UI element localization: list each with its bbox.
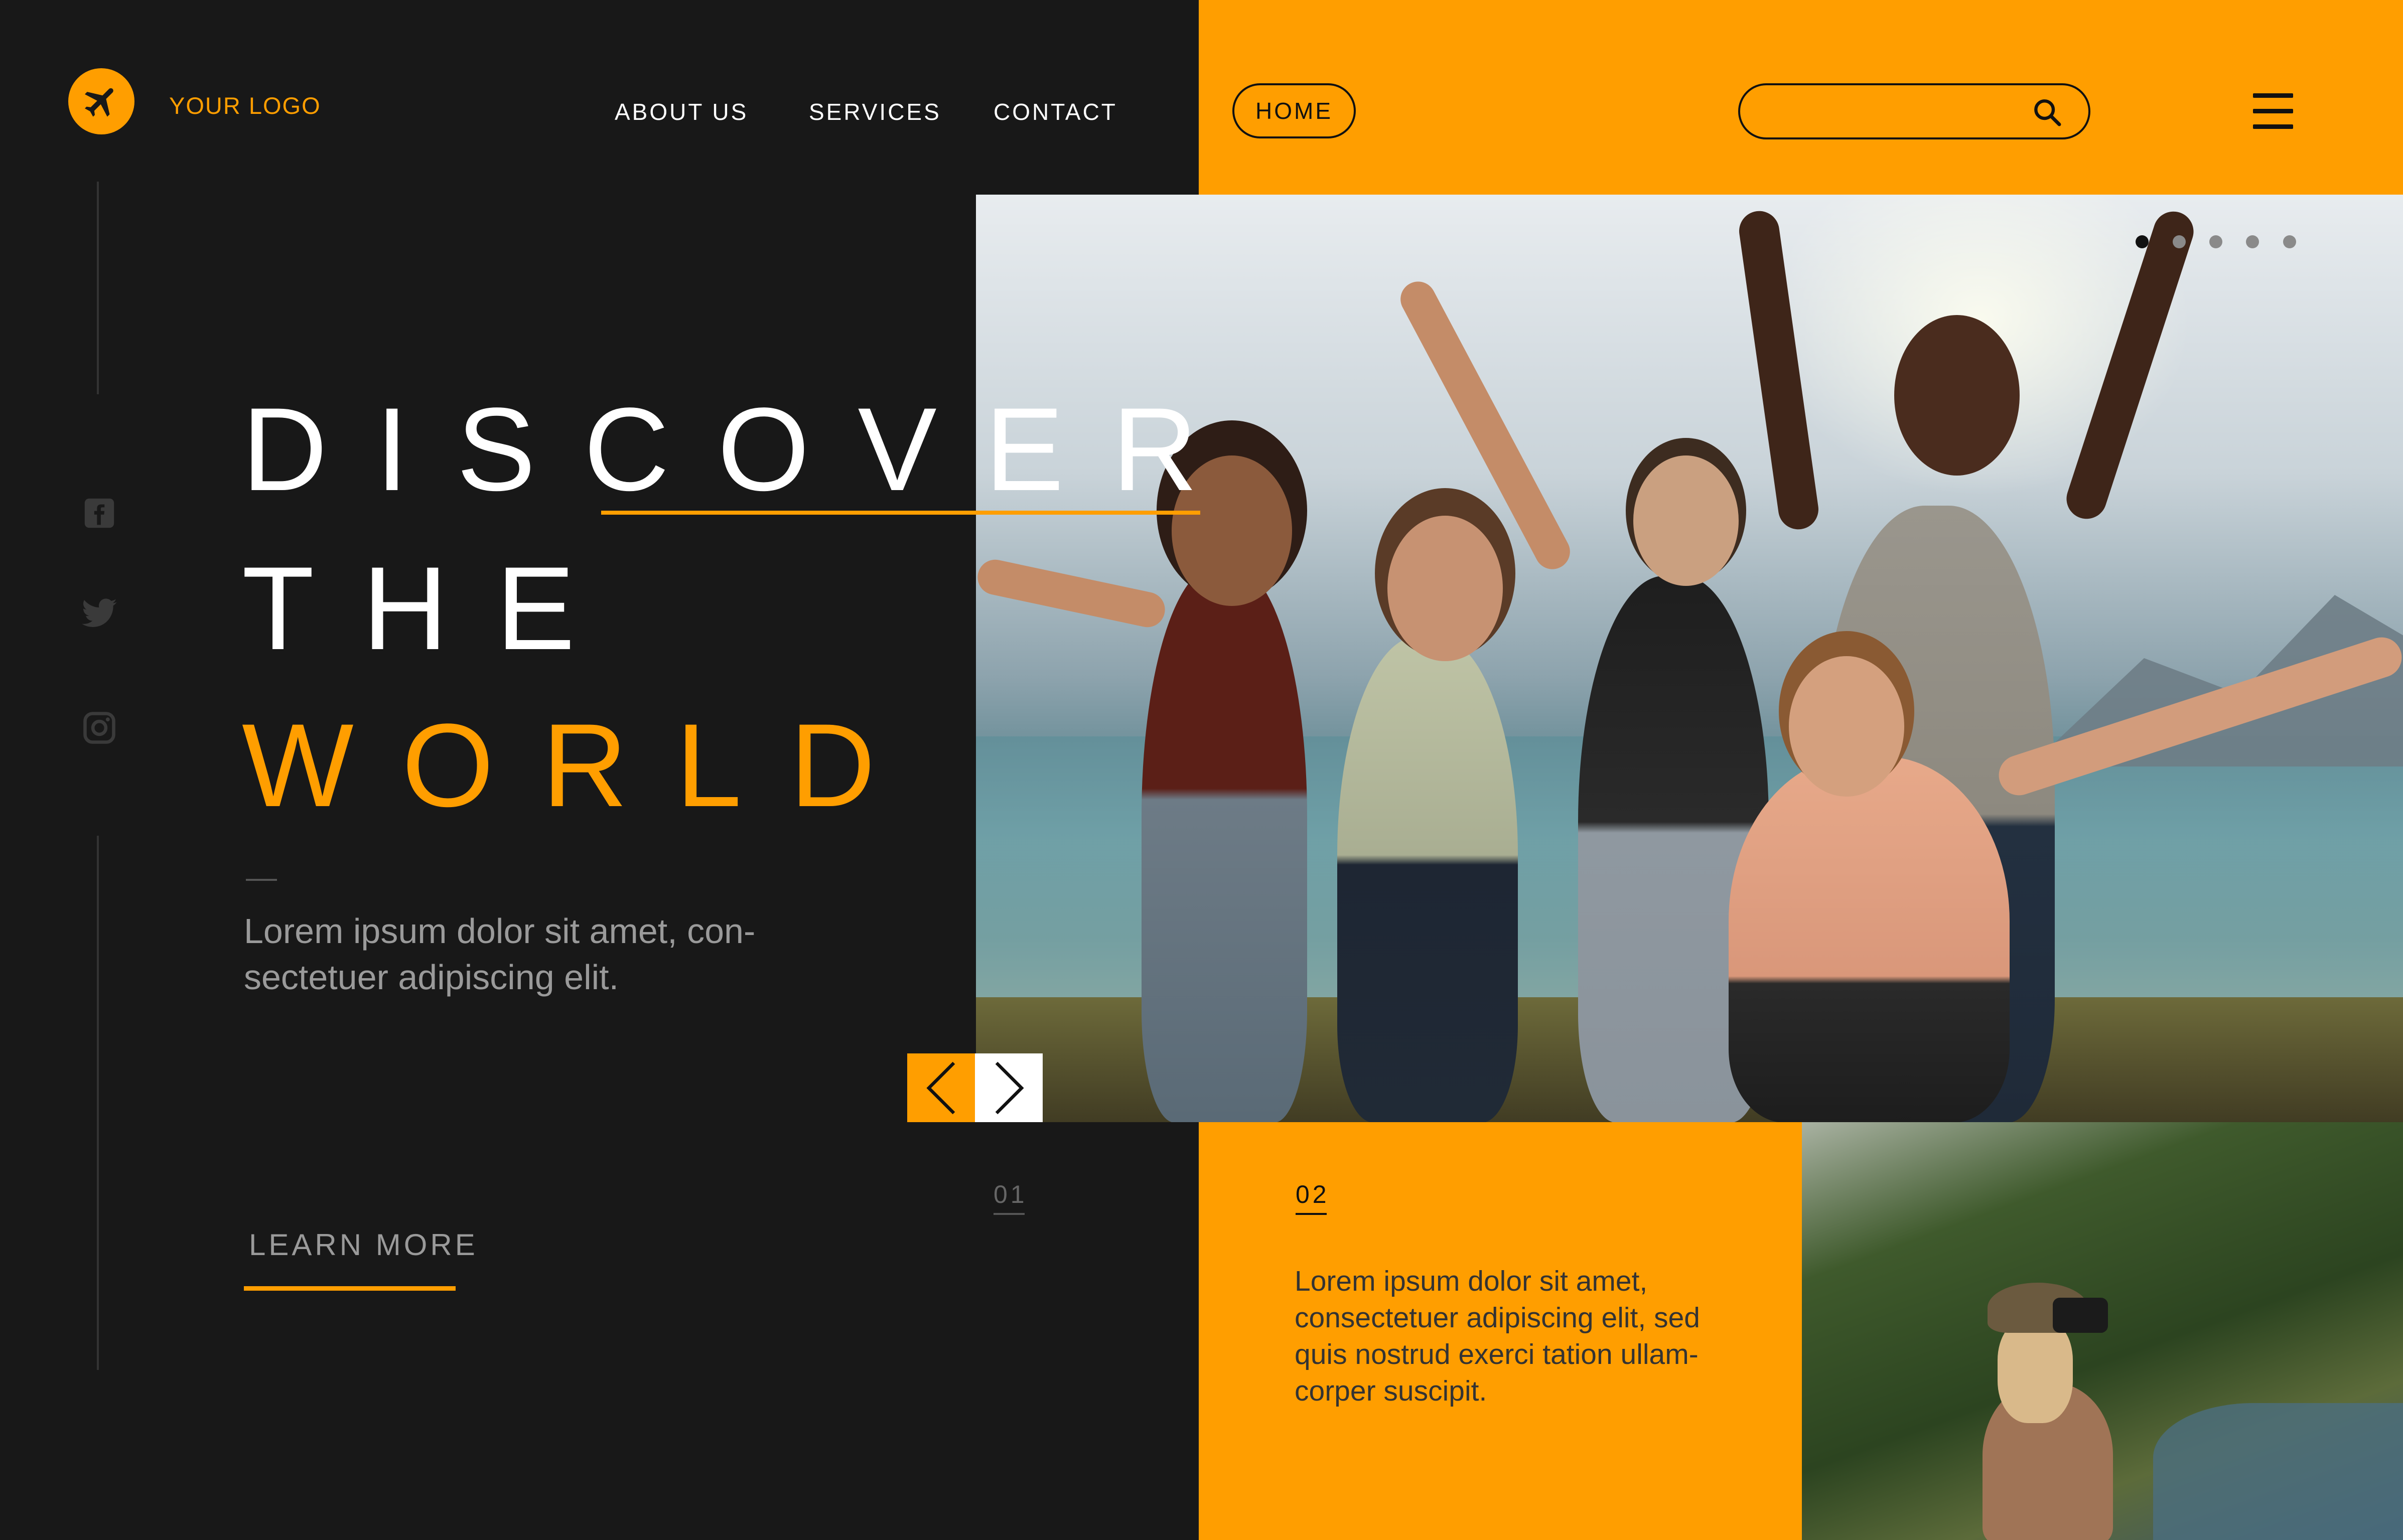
divider-bottom [97,836,99,1370]
slide-number-underline [1296,1213,1327,1215]
card-text-line-3: quis nostrud exerci tation ullam- [1295,1338,1699,1370]
hero-photo [976,195,2403,1122]
chevron-left-icon [926,1061,955,1114]
next-slide-button[interactable] [975,1053,1043,1122]
title-underline [601,511,1200,515]
prev-slide-button[interactable] [907,1053,975,1122]
airplane-icon[interactable] [68,68,134,134]
carousel-dot-2[interactable] [2173,235,2186,248]
chevron-right-icon [995,1061,1024,1114]
card-text-line-4: corper suscipit. [1295,1375,1487,1407]
learn-more-underline [244,1286,456,1291]
text-dash [246,879,277,881]
instagram-icon[interactable] [80,709,118,747]
photographer-photo [1802,1122,2403,1540]
search-input[interactable] [1755,95,2038,128]
nav-about-us[interactable]: ABOUT US [615,98,748,125]
carousel-dot-3[interactable] [2209,235,2222,248]
hero-title-line-1: DISCOVER [242,383,1246,516]
nav-services[interactable]: SERVICES [809,98,941,125]
home-button[interactable]: HOME [1232,83,1356,138]
logo-text[interactable]: YOUR LOGO [169,92,321,119]
learn-more-link[interactable]: LEARN MORE [249,1227,478,1262]
carousel-dot-1[interactable] [2136,235,2149,248]
slide-number-underline [994,1213,1025,1215]
hero-title-line-3: WORLD [242,699,924,832]
hero-description-line-1: Lorem ipsum dolor sit amet, con- [244,911,756,951]
facebook-icon[interactable] [80,494,118,532]
carousel-dot-4[interactable] [2246,235,2259,248]
card-text-line-2: consectetuer adipiscing elit, sed [1295,1302,1700,1334]
hero-title-line-2: THE [242,542,623,675]
menu-icon[interactable] [2253,93,2293,140]
search-icon[interactable] [2031,96,2063,128]
card-text-line-1: Lorem ipsum dolor sit amet, [1295,1265,1648,1297]
carousel-dot-5[interactable] [2283,235,2296,248]
divider-top [97,182,99,394]
twitter-icon[interactable] [80,595,118,633]
nav-contact[interactable]: CONTACT [994,98,1117,125]
slide-number-02: 02 [1296,1180,1330,1208]
hero-description: Lorem ipsum dolor sit amet, con- sectetu… [244,908,846,1000]
search-bar[interactable] [1738,83,2090,139]
card-text: Lorem ipsum dolor sit amet, consectetuer… [1295,1263,1746,1410]
slide-number-01: 01 [994,1180,1028,1208]
hero-description-line-2: sectetuer adipiscing elit. [244,958,619,997]
